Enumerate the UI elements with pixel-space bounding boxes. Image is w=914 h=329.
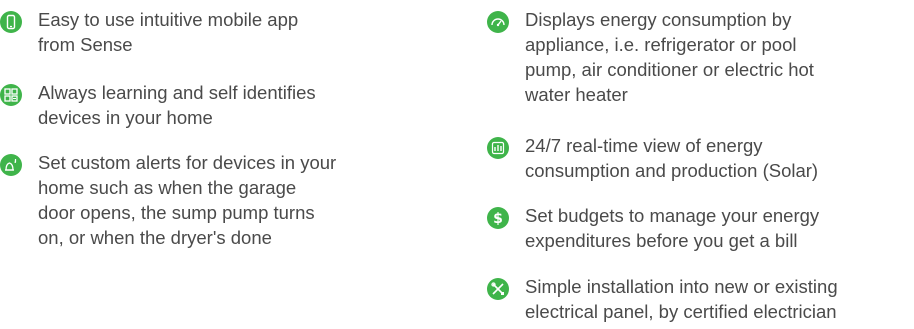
gauge-icon — [487, 11, 509, 33]
feature-custom-alerts: Set custom alerts for devices in your ho… — [0, 150, 408, 250]
feature-text: Simple installation into new or existing… — [525, 276, 838, 322]
feature-energy-by-appliance: Displays energy consumption by appliance… — [487, 7, 910, 107]
dollar-icon: $ — [487, 207, 509, 229]
feature-text: Easy to use intuitive mobile app from Se… — [38, 9, 299, 55]
alert-bell-icon — [0, 154, 22, 176]
feature-device-learning: Always learning and self identifies devi… — [0, 80, 408, 130]
feature-installation: Simple installation into new or existing… — [487, 274, 910, 324]
feature-text: Displays energy consumption by appliance… — [525, 9, 814, 105]
feature-budgets: $ Set budgets to manage your energy expe… — [487, 203, 910, 253]
device-grid-icon — [0, 84, 22, 106]
feature-realtime-view: 24/7 real-time view of energy consumptio… — [487, 133, 910, 183]
bar-chart-icon — [487, 137, 509, 159]
feature-text: Always learning and self identifies devi… — [38, 82, 316, 128]
feature-text: Set custom alerts for devices in your ho… — [38, 152, 337, 248]
svg-text:$: $ — [493, 211, 503, 227]
feature-text: Set budgets to manage your energy expend… — [525, 205, 820, 251]
mobile-phone-icon — [0, 11, 22, 33]
feature-text: 24/7 real-time view of energy consumptio… — [525, 135, 819, 181]
tools-icon — [487, 278, 509, 300]
feature-mobile-app: Easy to use intuitive mobile app from Se… — [0, 7, 408, 57]
